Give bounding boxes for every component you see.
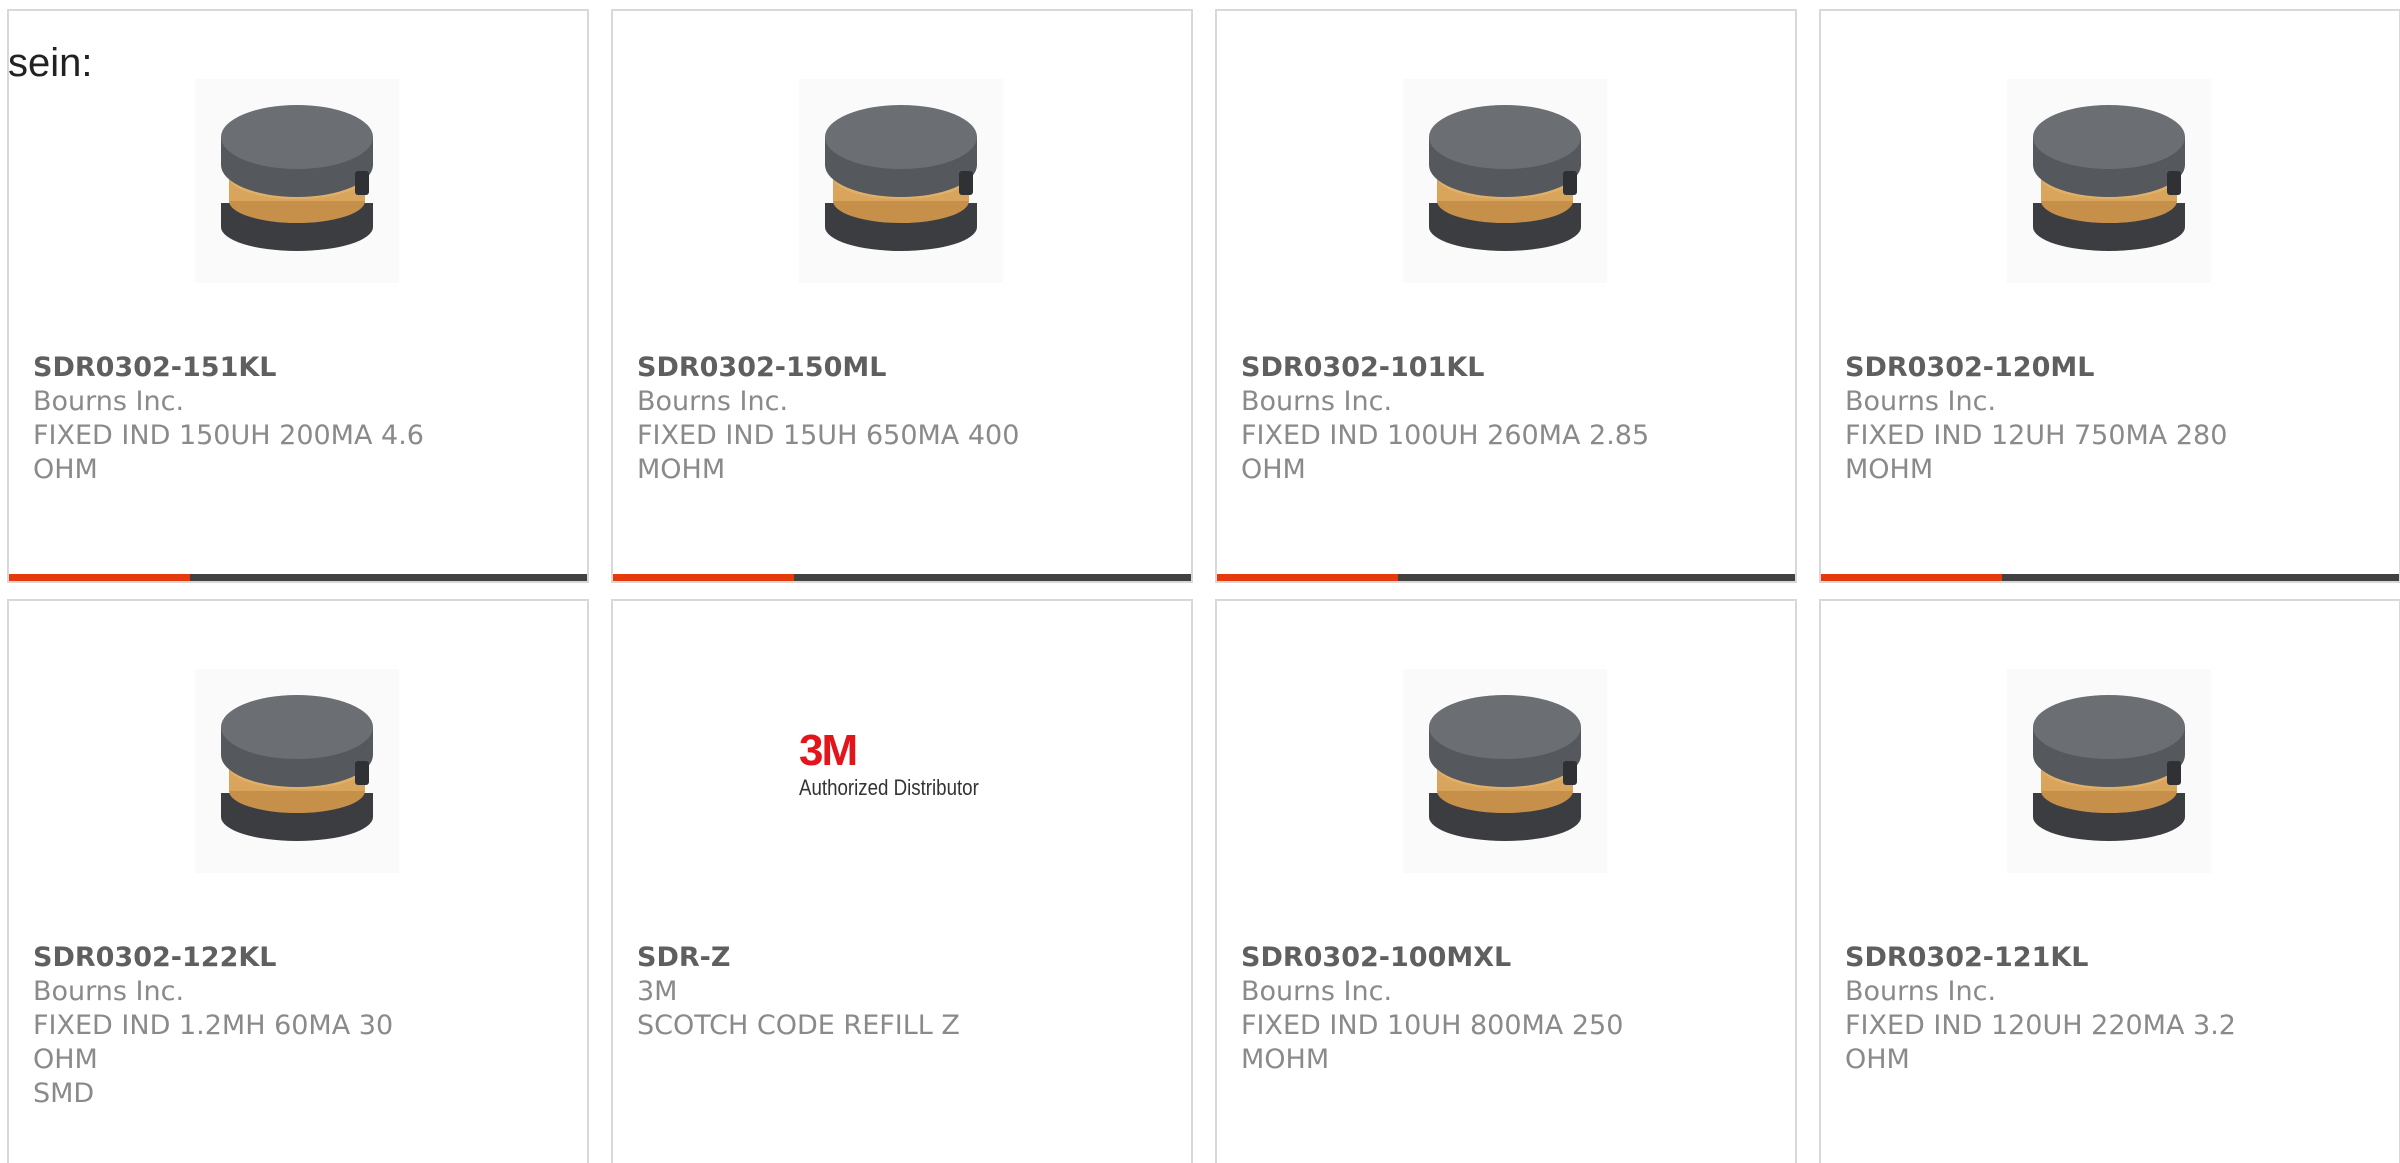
inductor-image <box>2007 669 2211 873</box>
inductor-image <box>2007 79 2211 283</box>
description-line: OHM <box>33 454 98 485</box>
description-line: FIXED IND 120UH 220MA 3.2 <box>1845 1010 2236 1041</box>
card-bar <box>1821 574 2399 581</box>
part-number[interactable]: SDR0302-151KL <box>33 351 453 385</box>
description-line: FIXED IND 12UH 750MA 280 <box>1845 420 2228 451</box>
description-line: MOHM <box>637 454 726 485</box>
part-number[interactable]: SDR0302-122KL <box>33 941 453 975</box>
product-info: SDR-Z 3M SCOTCH CODE REFILL Z <box>637 941 1057 1043</box>
product-info: SDR0302-151KL Bourns Inc. FIXED IND 150U… <box>33 351 453 487</box>
description-line: FIXED IND 150UH 200MA 4.6 <box>33 420 424 451</box>
manufacturer: Bourns Inc. <box>1241 386 1393 417</box>
product-info: SDR0302-101KL Bourns Inc. FIXED IND 100U… <box>1241 351 1661 487</box>
3m-logo: 3M Authorized Distributor <box>799 727 1003 807</box>
product-card[interactable]: 3M Authorized Distributor SDR-Z 3M SCOTC… <box>611 599 1193 1163</box>
inductor-image <box>799 79 1003 283</box>
product-grid: SDR0302-151KL Bourns Inc. FIXED IND 150U… <box>0 0 2400 1163</box>
part-number[interactable]: SDR0302-101KL <box>1241 351 1661 385</box>
inductor-image <box>1403 79 1607 283</box>
product-card[interactable]: SDR0302-150ML Bourns Inc. FIXED IND 15UH… <box>611 9 1193 583</box>
inductor-image <box>1403 669 1607 873</box>
manufacturer: 3M <box>637 976 678 1007</box>
part-number[interactable]: SDR0302-150ML <box>637 351 1057 385</box>
part-number[interactable]: SDR0302-100MXL <box>1241 941 1661 975</box>
card-bar-accent <box>1217 574 1398 581</box>
description-line: SCOTCH CODE REFILL Z <box>637 1010 960 1041</box>
description-line: FIXED IND 10UH 800MA 250 <box>1241 1010 1624 1041</box>
card-bar-accent <box>1821 574 2002 581</box>
part-number[interactable]: SDR0302-120ML <box>1845 351 2265 385</box>
description-line: OHM <box>1241 454 1306 485</box>
card-bar <box>613 574 1191 581</box>
product-info: SDR0302-120ML Bourns Inc. FIXED IND 12UH… <box>1845 351 2265 487</box>
product-card[interactable]: SDR0302-120ML Bourns Inc. FIXED IND 12UH… <box>1819 9 2400 583</box>
inductor-image <box>195 669 399 873</box>
product-info: SDR0302-121KL Bourns Inc. FIXED IND 120U… <box>1845 941 2265 1077</box>
description-line: FIXED IND 15UH 650MA 400 <box>637 420 1020 451</box>
3m-logo-tagline: Authorized Distributor <box>799 775 979 800</box>
card-bar <box>9 574 587 581</box>
description-line: FIXED IND 100UH 260MA 2.85 <box>1241 420 1650 451</box>
card-bar-accent <box>9 574 190 581</box>
inductor-image <box>195 79 399 283</box>
description-line: FIXED IND 1.2MH 60MA 30 OHM <box>33 1010 394 1075</box>
manufacturer: Bourns Inc. <box>1845 976 1997 1007</box>
product-card[interactable]: SDR0302-100MXL Bourns Inc. FIXED IND 10U… <box>1215 599 1797 1163</box>
product-card[interactable]: SDR0302-151KL Bourns Inc. FIXED IND 150U… <box>7 9 589 583</box>
description-line: OHM <box>1845 1044 1910 1075</box>
3m-logo-mark: 3M <box>799 726 858 775</box>
part-number[interactable]: SDR-Z <box>637 941 1057 975</box>
description-line: SMD <box>33 1078 95 1109</box>
manufacturer: Bourns Inc. <box>1241 976 1393 1007</box>
card-bar-accent <box>613 574 794 581</box>
manufacturer: Bourns Inc. <box>33 386 185 417</box>
description-line: MOHM <box>1241 1044 1330 1075</box>
product-info: SDR0302-122KL Bourns Inc. FIXED IND 1.2M… <box>33 941 453 1111</box>
manufacturer: Bourns Inc. <box>33 976 185 1007</box>
card-bar <box>1217 574 1795 581</box>
product-info: SDR0302-150ML Bourns Inc. FIXED IND 15UH… <box>637 351 1057 487</box>
product-card[interactable]: SDR0302-101KL Bourns Inc. FIXED IND 100U… <box>1215 9 1797 583</box>
description-line: MOHM <box>1845 454 1934 485</box>
product-info: SDR0302-100MXL Bourns Inc. FIXED IND 10U… <box>1241 941 1661 1077</box>
manufacturer: Bourns Inc. <box>637 386 789 417</box>
part-number[interactable]: SDR0302-121KL <box>1845 941 2265 975</box>
lead-text: sein: <box>8 41 93 85</box>
manufacturer: Bourns Inc. <box>1845 386 1997 417</box>
product-card[interactable]: SDR0302-122KL Bourns Inc. FIXED IND 1.2M… <box>7 599 589 1163</box>
product-card[interactable]: SDR0302-121KL Bourns Inc. FIXED IND 120U… <box>1819 599 2400 1163</box>
